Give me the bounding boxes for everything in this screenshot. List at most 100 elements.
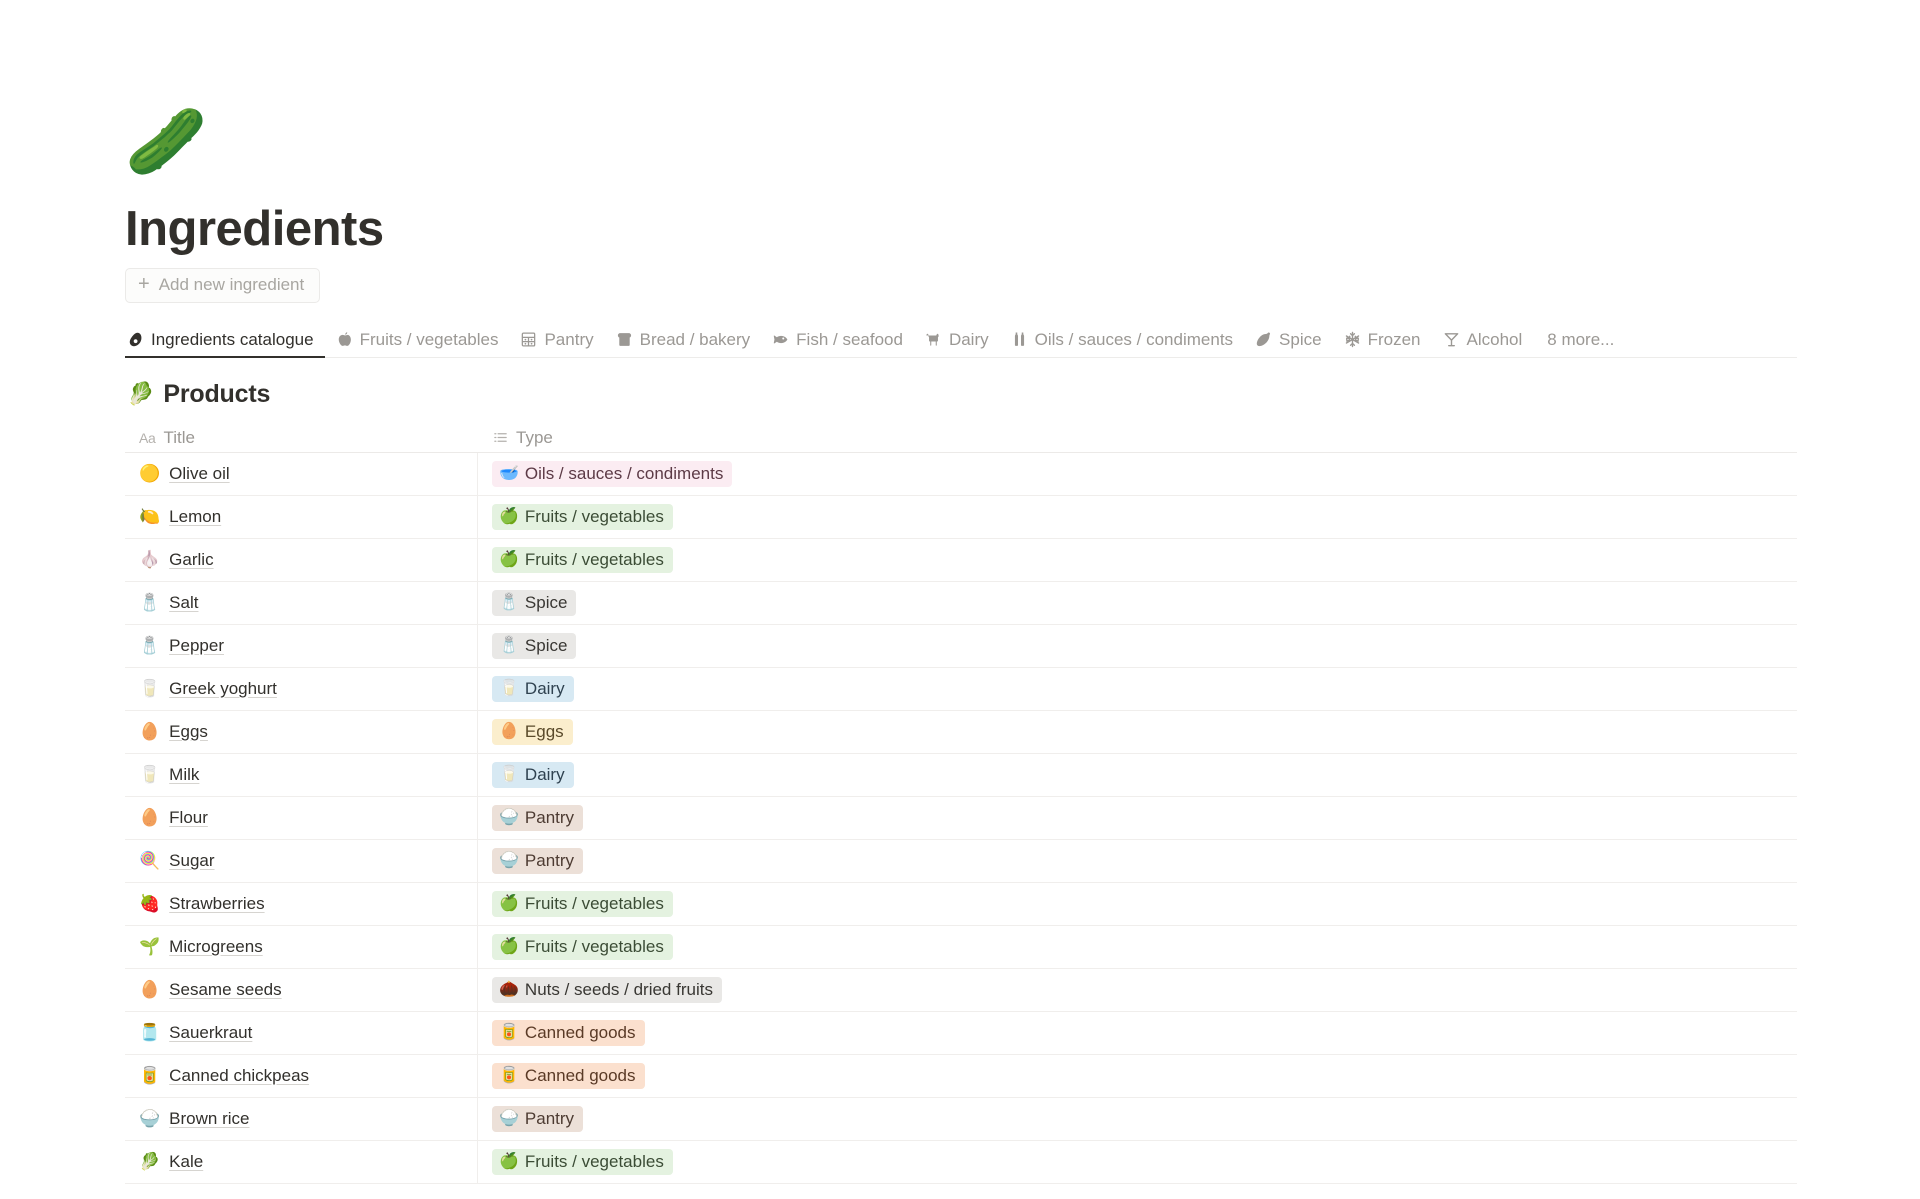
- table-row[interactable]: 🥚 Eggs 🥚 Eggs: [125, 710, 1797, 754]
- type-tag[interactable]: 🍚 Pantry: [492, 1106, 584, 1132]
- table-row[interactable]: 🫙 Sauerkraut 🥫 Canned goods: [125, 1011, 1797, 1055]
- column-header-title-label: Title: [163, 427, 196, 447]
- table-row[interactable]: 🌱 Microgreens 🍏 Fruits / vegetables: [125, 925, 1797, 969]
- row-title-link[interactable]: Strawberries: [169, 894, 264, 914]
- table-row[interactable]: 🥚 Flour 🍚 Pantry: [125, 796, 1797, 840]
- row-title-link[interactable]: Canned chickpeas: [169, 1066, 309, 1086]
- tab-label: Dairy: [948, 329, 989, 349]
- table-row[interactable]: 🥬 Kale 🍏 Fruits / vegetables: [125, 1140, 1797, 1184]
- table-row[interactable]: 🍚 Brown rice 🍚 Pantry: [125, 1097, 1797, 1141]
- row-emoji: 🟡: [139, 464, 161, 484]
- type-tag[interactable]: 🍚 Pantry: [492, 848, 584, 874]
- type-tag[interactable]: 🥫 Canned goods: [492, 1063, 645, 1089]
- type-tag[interactable]: 🍚 Pantry: [492, 805, 584, 831]
- tab-spice[interactable]: Spice: [1244, 331, 1333, 357]
- plus-icon: +: [138, 273, 150, 296]
- table-row[interactable]: 🍭 Sugar 🍚 Pantry: [125, 839, 1797, 883]
- tab-dairy[interactable]: Dairy: [914, 331, 1000, 357]
- column-header-type[interactable]: Type: [478, 424, 1797, 452]
- type-tag[interactable]: 🧂 Spice: [492, 633, 577, 659]
- row-title-link[interactable]: Salt: [169, 593, 198, 613]
- row-title-link[interactable]: Pepper: [169, 636, 224, 656]
- row-emoji: 🧄: [139, 550, 161, 570]
- tab-fruits-vegetables[interactable]: Fruits / vegetables: [325, 331, 510, 357]
- table-row[interactable]: 🥚 Sesame seeds 🌰 Nuts / seeds / dried fruit…: [125, 968, 1797, 1012]
- tab-oils-sauces-condiments[interactable]: Oils / sauces / condiments: [1000, 331, 1244, 357]
- tag-emoji: 🧂: [499, 636, 519, 654]
- table-row[interactable]: 🥛 Greek yoghurt 🥛 Dairy: [125, 667, 1797, 711]
- row-title-link[interactable]: Microgreens: [169, 937, 263, 957]
- tab-bread-bakery[interactable]: Bread / bakery: [605, 331, 762, 357]
- multi-select-icon: [492, 430, 508, 446]
- section-title: Products: [163, 379, 271, 408]
- row-title-link[interactable]: Flour: [169, 808, 208, 828]
- table-row[interactable]: 🥛 Milk 🥛 Dairy: [125, 753, 1797, 797]
- ingredients-page: 🥒 Ingredients + Add new ingredient Ingre…: [0, 0, 1920, 1199]
- type-tag[interactable]: 🥫 Canned goods: [492, 1020, 645, 1046]
- row-title-link[interactable]: Garlic: [169, 550, 213, 570]
- row-title-link[interactable]: Greek yoghurt: [169, 679, 277, 699]
- tab-alcohol[interactable]: Alcohol: [1432, 331, 1534, 357]
- type-tag[interactable]: 🧂 Spice: [492, 590, 577, 616]
- tag-label: Oils / sauces / condiments: [524, 464, 724, 484]
- row-emoji: 🫙: [139, 1023, 161, 1043]
- type-tag[interactable]: 🍏 Fruits / vegetables: [492, 1149, 673, 1175]
- cell-type: 🍏 Fruits / vegetables: [478, 883, 1797, 925]
- cell-title: 🧂 Salt: [125, 581, 478, 624]
- cell-title: 🍋 Lemon: [125, 495, 478, 538]
- table-row[interactable]: 🧂 Pepper 🧂 Spice: [125, 624, 1797, 668]
- tag-emoji: 🍏: [499, 894, 519, 912]
- cell-type: 🌰 Nuts / seeds / dried fruits: [478, 969, 1797, 1011]
- row-emoji: 🥛: [139, 679, 161, 699]
- row-title-link[interactable]: Lemon: [169, 507, 221, 527]
- tag-emoji: 🥛: [499, 765, 519, 783]
- type-tag[interactable]: 🍏 Fruits / vegetables: [492, 547, 673, 573]
- tab-label: Bread / bakery: [639, 329, 751, 349]
- tag-emoji: 🍏: [499, 507, 519, 525]
- tab-ingredients-catalogue[interactable]: Ingredients catalogue: [125, 331, 325, 358]
- cell-title: 🥛 Milk: [125, 753, 478, 796]
- tab-pantry[interactable]: Pantry: [509, 331, 604, 357]
- tag-emoji: 🥛: [499, 679, 519, 697]
- tab-frozen[interactable]: Frozen: [1333, 331, 1432, 357]
- type-tag[interactable]: 🥛 Dairy: [492, 676, 574, 702]
- tab-fish-seafood[interactable]: Fish / seafood: [761, 331, 914, 357]
- tag-label: Dairy: [524, 679, 565, 699]
- row-title-link[interactable]: Kale: [169, 1152, 203, 1172]
- row-title-link[interactable]: Sauerkraut: [169, 1023, 252, 1043]
- type-tag[interactable]: 🌰 Nuts / seeds / dried fruits: [492, 977, 722, 1003]
- tag-label: Fruits / vegetables: [524, 1152, 664, 1172]
- row-title-link[interactable]: Sugar: [169, 851, 214, 871]
- type-tag[interactable]: 🥚 Eggs: [492, 719, 573, 745]
- chili-pepper-icon: [1255, 331, 1272, 348]
- cell-type: 🍏 Fruits / vegetables: [478, 1141, 1797, 1183]
- row-title-link[interactable]: Sesame seeds: [169, 980, 281, 1000]
- tag-emoji: 🥫: [499, 1066, 519, 1084]
- table-row[interactable]: 🍓 Strawberries 🍏 Fruits / vegetables: [125, 882, 1797, 926]
- type-tag[interactable]: 🥛 Dairy: [492, 762, 574, 788]
- type-tag[interactable]: 🥣 Oils / sauces / condiments: [492, 461, 733, 487]
- cell-type: 🥫 Canned goods: [478, 1055, 1797, 1097]
- table-row[interactable]: 🍋 Lemon 🍏 Fruits / vegetables: [125, 495, 1797, 539]
- type-tag[interactable]: 🍏 Fruits / vegetables: [492, 504, 673, 530]
- type-tag[interactable]: 🍏 Fruits / vegetables: [492, 891, 673, 917]
- row-title-link[interactable]: Brown rice: [169, 1109, 249, 1129]
- type-tag[interactable]: 🍏 Fruits / vegetables: [492, 934, 673, 960]
- row-title-link[interactable]: Eggs: [169, 722, 208, 742]
- table-row[interactable]: 🥫 Canned chickpeas 🥫 Canned goods: [125, 1054, 1797, 1098]
- row-title-link[interactable]: Milk: [169, 765, 199, 785]
- apple-icon: [336, 331, 353, 348]
- cell-title: 🥚 Flour: [125, 796, 478, 839]
- tab-label: Fruits / vegetables: [359, 329, 499, 349]
- row-title-link[interactable]: Olive oil: [169, 464, 229, 484]
- tabs-more-button[interactable]: 8 more...: [1533, 331, 1625, 357]
- add-new-ingredient-button[interactable]: + Add new ingredient: [125, 267, 321, 303]
- tag-label: Fruits / vegetables: [524, 937, 664, 957]
- cell-title: 🍚 Brown rice: [125, 1097, 478, 1140]
- tag-label: Pantry: [524, 1109, 575, 1129]
- table-row[interactable]: 🧄 Garlic 🍏 Fruits / vegetables: [125, 538, 1797, 582]
- table-row[interactable]: 🧂 Salt 🧂 Spice: [125, 581, 1797, 625]
- column-header-title[interactable]: Aa Title: [125, 424, 478, 452]
- tag-label: Fruits / vegetables: [524, 507, 664, 527]
- table-row[interactable]: 🟡 Olive oil 🥣 Oils / sauces / condiments: [125, 452, 1797, 496]
